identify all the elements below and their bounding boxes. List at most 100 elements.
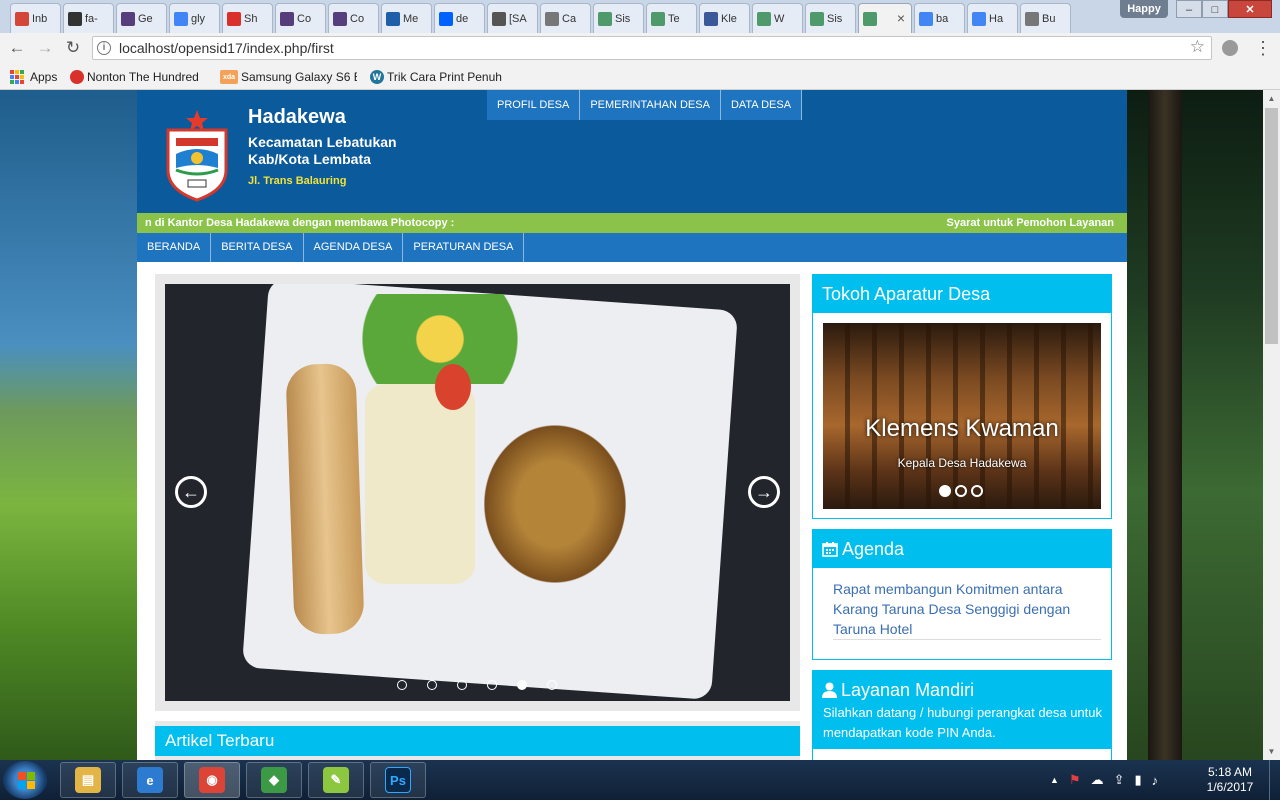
aparatur-dot[interactable] [955,485,967,497]
aparatur-name: Klemens Kwaman [865,415,1059,442]
browser-tab[interactable]: [SA [487,3,538,33]
menu-data-desa[interactable]: DATA DESA [721,90,803,120]
taskbar-ie-button[interactable]: e [122,762,178,798]
tray-expand-icon[interactable]: ▲ [1050,775,1059,785]
menu-peraturan-desa[interactable]: PERATURAN DESA [403,233,525,262]
extension-icon[interactable] [1222,40,1238,56]
widget-agenda: Agenda Rapat membangun Komitmen antara K… [812,529,1112,660]
image-slider[interactable]: ← → [165,284,790,701]
browser-tab[interactable]: Sh [222,3,273,33]
slider-dot[interactable] [427,680,437,690]
slider-dot[interactable] [397,680,407,690]
reload-icon[interactable]: ↻ [62,37,84,59]
opensid-icon [651,11,665,26]
browser-tab[interactable]: W [752,3,803,33]
browser-tab[interactable]: Co [328,3,379,33]
taskbar-network-button[interactable]: ◆ [246,762,302,798]
slider-dot[interactable] [487,680,497,690]
close-window-button[interactable]: ✕ [1228,0,1272,18]
bookmark-trik[interactable]: W Trik Cara Print Penuh [370,68,506,86]
slider-next-icon[interactable]: → [748,476,780,508]
browser-tab[interactable]: Ge [116,3,167,33]
aparatur-dot[interactable] [939,485,951,497]
browser-tab[interactable]: Inb [10,3,61,33]
bookmark-nonton[interactable]: Nonton The Hundred [70,68,204,86]
action-center-flag-icon[interactable]: ⚑ [1069,772,1081,788]
menu-beranda[interactable]: BERANDA [137,233,212,262]
cloud-icon[interactable]: ☁ [1091,772,1104,788]
start-button[interactable] [3,761,47,799]
taskbar-notepadpp-button[interactable]: ✎ [308,762,364,798]
menu-pemerintahan-desa[interactable]: PEMERINTAHAN DESA [580,90,721,120]
agenda-item-link[interactable]: Rapat membangun Komitmen antara Karang T… [833,579,1103,639]
browser-tab-label: ba [936,12,949,25]
scroll-thumb[interactable] [1265,108,1278,344]
browser-tab-label: Ha [989,12,1004,25]
chrome-menu-icon[interactable]: ⋮ [1254,38,1272,58]
scroll-up-icon[interactable]: ▲ [1263,90,1280,107]
aparatur-dot[interactable] [971,485,983,497]
profile-badge[interactable]: Happy [1120,0,1168,18]
bookmark-apps[interactable]: Apps [10,68,57,86]
taskbar-chrome-button[interactable]: ◉ [184,762,240,798]
close-tab-icon[interactable]: × [897,10,905,26]
slider-prev-icon[interactable]: ← [175,476,207,508]
usb-icon[interactable]: ⇪ [1114,772,1125,788]
menu-profil-desa[interactable]: PROFIL DESA [487,90,581,120]
kapanlagi-icon [70,70,84,84]
browser-tab-label: Sis [615,12,631,25]
bookmark-samsung[interactable]: xda Samsung Galaxy S6 Ed [220,68,357,86]
doc-icon [545,11,559,26]
aparatur-role: Kepala Desa Hadakewa [897,456,1027,470]
slider-dot[interactable] [517,680,527,690]
browser-tab-label: Sh [244,12,258,25]
marquee-text-next: Syarat untuk Pemohon Layanan [946,217,1114,229]
minimize-button[interactable]: – [1176,0,1202,18]
browser-tab[interactable]: Ha [967,3,1018,33]
widget-tokoh-aparatur: Tokoh Aparatur Desa Klemens Kwaman Kepal… [812,274,1112,519]
browser-tab[interactable]: Sis [593,3,644,33]
taskbar-clock[interactable]: 5:18 AM 1/6/2017 [1195,765,1265,795]
slider-dot[interactable] [457,680,467,690]
browser-tab-label: Kle [721,12,737,25]
back-icon[interactable]: ← [6,37,28,59]
browser-tab[interactable]: Co [275,3,326,33]
browser-tab[interactable]: Kle [699,3,750,33]
slider-dot[interactable] [547,680,557,690]
site-name: Hadakewa [248,106,346,128]
background-landscape [0,90,137,760]
volume-icon[interactable]: ♪ [1152,773,1159,788]
browser-tab[interactable]: ba [914,3,965,33]
browser-tab-label: Sis [827,12,843,25]
show-desktop-button[interactable] [1269,760,1280,800]
browser-tab[interactable]: × [858,3,912,33]
bookmark-star-icon[interactable]: ☆ [1190,37,1205,57]
page-viewport: Hadakewa Kecamatan Lebatukan Kab/Kota Le… [0,90,1263,760]
aparatur-slide[interactable]: Klemens Kwaman Kepala Desa Hadakewa [823,323,1101,509]
address-bar-url[interactable]: localhost/opensid17/index.php/first [119,40,334,56]
address-bar[interactable]: i localhost/opensid17/index.php/first ☆ [92,36,1212,60]
signal-icon[interactable]: ▮ [1134,772,1141,788]
calendar-icon [822,542,838,557]
maximize-button[interactable]: □ [1202,0,1228,18]
browser-tab[interactable]: fa- [63,3,114,33]
page-scrollbar[interactable]: ▲ ▼ [1263,90,1280,760]
browser-tab[interactable]: Te [646,3,697,33]
taskbar-photoshop-button[interactable]: Ps [370,762,426,798]
scroll-down-icon[interactable]: ▼ [1263,743,1280,760]
google-icon [174,11,188,26]
announcement-marquee: n di Kantor Desa Hadakewa dengan membawa… [137,213,1127,233]
menu-berita-desa[interactable]: BERITA DESA [211,233,304,262]
menu-agenda-desa[interactable]: AGENDA DESA [304,233,404,262]
browser-tab[interactable]: de [434,3,485,33]
info-icon[interactable]: i [97,41,111,55]
browser-tab[interactable]: Me [381,3,432,33]
browser-tab[interactable]: gly [169,3,220,33]
browser-tab-label: Te [668,12,680,25]
browser-tab[interactable]: Sis [805,3,856,33]
forward-icon[interactable]: → [34,37,56,59]
opensid-icon [598,11,612,26]
browser-tab[interactable]: Bu [1020,3,1071,33]
browser-tab[interactable]: Ca [540,3,591,33]
taskbar-file-explorer-button[interactable]: ▤ [60,762,116,798]
